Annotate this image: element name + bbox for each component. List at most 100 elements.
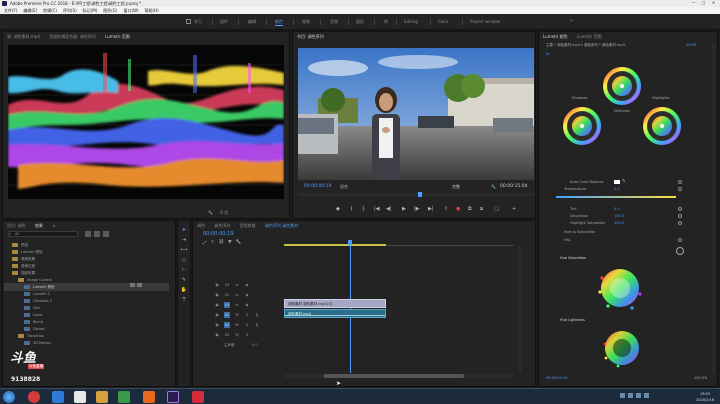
comparison-view-button[interactable]: ⧈ bbox=[480, 206, 483, 212]
track-lock-icon[interactable]: ▣ bbox=[214, 322, 220, 328]
reset-icon[interactable] bbox=[678, 214, 682, 218]
mark-out-button[interactable]: } bbox=[362, 206, 365, 212]
effects-search-input[interactable]: All bbox=[8, 231, 78, 237]
workspace-tab-audio[interactable]: 音频 bbox=[330, 18, 338, 26]
track-header-v2[interactable]: ▣ V2 ⇋ ◉ bbox=[198, 291, 280, 299]
timeline-tab-1[interactable]: 调色 bbox=[193, 221, 209, 230]
go-to-in-button[interactable]: |◀ bbox=[374, 206, 380, 212]
tab-lumetri-color[interactable]: Lumetri 颜色 bbox=[539, 32, 572, 41]
rotate-icon[interactable] bbox=[676, 247, 684, 255]
tint-value[interactable]: 0.0 bbox=[614, 207, 620, 211]
temperature-slider[interactable] bbox=[556, 196, 676, 198]
workspace-tab-editing-alt[interactable]: Editing bbox=[404, 18, 418, 26]
record-icon[interactable]: ● bbox=[456, 206, 460, 212]
hue-saturation-wheel[interactable] bbox=[596, 264, 644, 312]
home-icon[interactable] bbox=[186, 19, 191, 24]
tray-icon[interactable] bbox=[644, 393, 649, 398]
master-value[interactable]: 0.0 bbox=[252, 341, 258, 349]
program-settings-wrench[interactable]: 🔧 bbox=[491, 184, 496, 189]
track-header-a2[interactable]: ▣ A2 M S 🎙 bbox=[198, 321, 280, 329]
track-sync-icon[interactable]: ⇋ bbox=[234, 282, 240, 288]
taskbar-app-orange-icon[interactable] bbox=[143, 391, 155, 403]
tab-project[interactable]: 项目: 调色 bbox=[3, 221, 30, 230]
play-button[interactable]: ▶ bbox=[402, 206, 406, 212]
mute-icon[interactable]: M bbox=[234, 322, 240, 328]
step-back-button[interactable]: ◀| bbox=[386, 206, 392, 212]
workspace-tab-assembly[interactable]: 组件 bbox=[220, 18, 228, 26]
taskbar-folder-icon[interactable] bbox=[96, 391, 108, 403]
hsl-label[interactable]: HSL bbox=[564, 238, 571, 242]
close-button[interactable]: ✕ bbox=[709, 0, 718, 6]
track-lock-icon[interactable]: ▣ bbox=[214, 312, 220, 318]
program-scrub-bar[interactable] bbox=[298, 192, 534, 197]
track-header-a1[interactable]: ▣ A1 M S 🎙 bbox=[198, 311, 280, 319]
tray-icon[interactable] bbox=[620, 393, 625, 398]
reset-icon[interactable] bbox=[678, 207, 682, 211]
fit-dropdown[interactable]: 适合 bbox=[340, 184, 348, 190]
timeline-tab-active[interactable]: 调色序列 调色素材 bbox=[261, 221, 302, 230]
workspace-tab-learn[interactable]: 学习 bbox=[194, 18, 202, 26]
taskbar-app-green-icon[interactable] bbox=[118, 391, 130, 403]
taskbar-premiere-icon[interactable] bbox=[167, 391, 179, 403]
menu-sequence[interactable]: 序列(S) bbox=[63, 7, 77, 14]
timeline-vertical-scrollbar[interactable] bbox=[518, 246, 522, 372]
reset-icon[interactable] bbox=[678, 180, 682, 184]
menu-help[interactable]: 帮助(H) bbox=[145, 7, 159, 14]
list-item[interactable]: 3D Motion bbox=[4, 339, 169, 347]
track-lock-icon[interactable]: ▣ bbox=[214, 282, 220, 288]
highlight-saturation-value[interactable]: 100.0 bbox=[614, 221, 624, 225]
workspace-tab-color[interactable]: 颜色 bbox=[275, 18, 283, 26]
track-header-v3[interactable]: ▣ V3 ⇋ ◉ bbox=[198, 281, 280, 289]
taskbar-clock[interactable]: 19:03 2020/2/16 bbox=[696, 391, 714, 403]
temperature-value[interactable]: 0.0 bbox=[614, 187, 620, 191]
mark-in-button[interactable]: { bbox=[350, 206, 353, 212]
start-button-icon[interactable] bbox=[3, 391, 15, 403]
menu-clip[interactable]: 剪辑(C) bbox=[43, 7, 57, 14]
wrench-icon[interactable]: 🔧 bbox=[208, 210, 213, 215]
snap-icon[interactable]: ⊂ bbox=[211, 240, 215, 246]
safe-margins-button[interactable]: □ bbox=[494, 206, 499, 212]
tab-source[interactable]: 源: 调色素材.mp4 bbox=[3, 32, 44, 41]
audio-clip[interactable]: 调色素材.mp4 bbox=[284, 309, 386, 318]
accelerated-effects-icon[interactable] bbox=[85, 231, 91, 237]
solo-icon[interactable]: S bbox=[244, 332, 250, 338]
timeline-settings-icon[interactable]: 🔧 bbox=[236, 240, 242, 246]
reset-icon[interactable] bbox=[678, 221, 682, 225]
scroll-thumb[interactable] bbox=[324, 374, 464, 378]
selection-tool-icon[interactable]: ➤ bbox=[180, 226, 188, 234]
panel-menu-icon[interactable]: ≡ bbox=[48, 221, 59, 230]
auto-color-swatch[interactable] bbox=[614, 180, 620, 184]
program-playhead[interactable] bbox=[418, 192, 422, 197]
timeline-horizontal-scrollbar[interactable] bbox=[284, 374, 514, 378]
midtones-wheel[interactable] bbox=[603, 67, 641, 105]
reset-icon[interactable] bbox=[678, 238, 682, 242]
hue-lightness-wheel[interactable] bbox=[600, 326, 644, 370]
track-sync-icon[interactable]: ⇋ bbox=[234, 292, 240, 298]
taskbar-app-notepad-icon[interactable] bbox=[74, 391, 86, 403]
fx-toggle[interactable]: fx bbox=[546, 52, 549, 56]
tray-icon[interactable] bbox=[636, 393, 641, 398]
track-select-tool-icon[interactable]: ⇥ bbox=[180, 236, 188, 244]
tab-lumetri-scopes[interactable]: Lumetri 范围 bbox=[101, 32, 134, 41]
tray-icon[interactable] bbox=[628, 393, 633, 398]
workspace-tab-graphics[interactable]: 图形 bbox=[356, 18, 364, 26]
timeline-timecode[interactable]: 00:00:00:19 bbox=[203, 231, 234, 237]
eyedropper-icon[interactable]: ✎ bbox=[622, 178, 625, 183]
work-area-bar[interactable] bbox=[284, 244, 386, 246]
track-eye-icon[interactable]: ◉ bbox=[244, 292, 250, 298]
slip-tool-icon[interactable]: ⊢ bbox=[180, 266, 188, 274]
export-frame-button[interactable]: ⧉ bbox=[468, 206, 472, 212]
saturation-value[interactable]: 100.0 bbox=[614, 214, 624, 218]
minimize-button[interactable]: — bbox=[689, 0, 698, 6]
mic-icon[interactable]: 🎙 bbox=[254, 312, 260, 318]
track-lock-icon[interactable]: ▣ bbox=[214, 292, 220, 298]
step-forward-button[interactable]: |▶ bbox=[414, 206, 420, 212]
nest-icon[interactable]: ⤢ bbox=[203, 240, 207, 246]
add-marker-button[interactable]: ◆ bbox=[336, 206, 340, 212]
ripple-edit-tool-icon[interactable]: ⟷ bbox=[180, 246, 188, 254]
menu-window[interactable]: 窗口(W) bbox=[123, 7, 138, 14]
track-lock-icon[interactable]: ▣ bbox=[214, 332, 220, 338]
32bit-effects-icon[interactable] bbox=[94, 231, 100, 237]
track-lock-icon[interactable]: ▣ bbox=[214, 302, 220, 308]
workspace-tab-project-window[interactable]: Project window bbox=[470, 18, 500, 26]
